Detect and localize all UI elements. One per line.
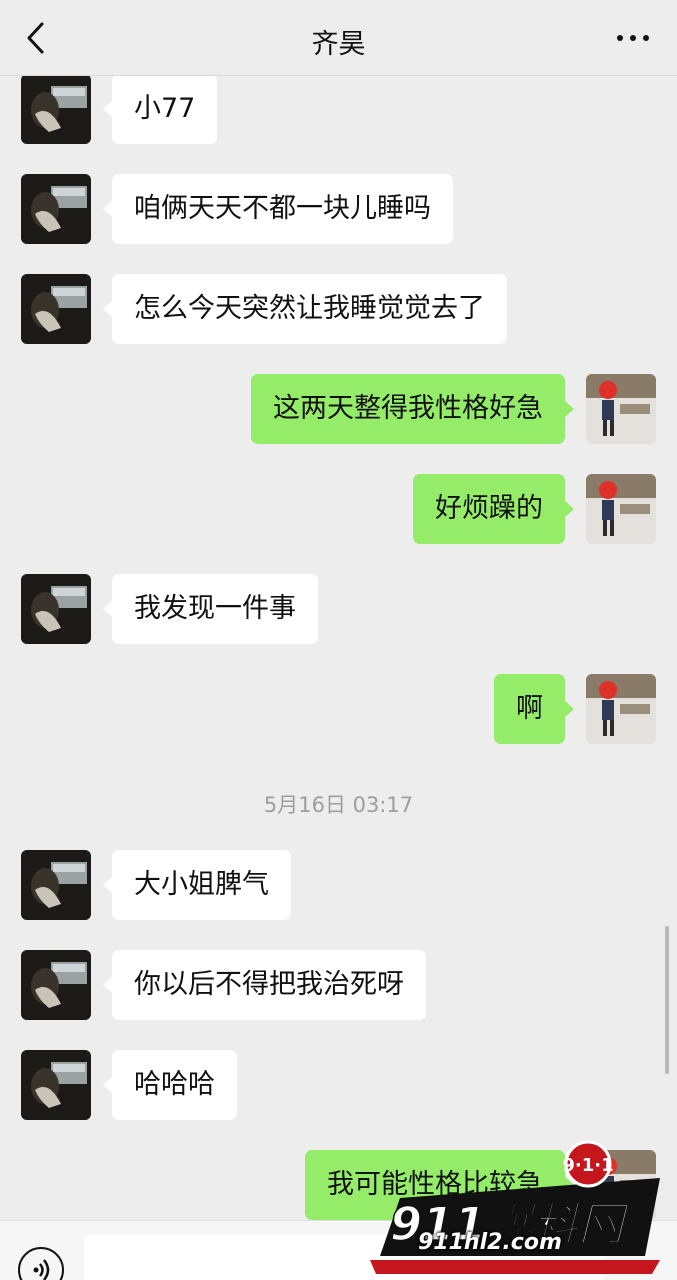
- watermark-badge: 9·1·1: [562, 1155, 613, 1176]
- chat-scrollbar[interactable]: [665, 926, 669, 1074]
- message-row: 好烦躁的: [0, 474, 677, 546]
- message-row: 哈哈哈: [0, 1050, 677, 1122]
- message-bubble[interactable]: 怎么今天突然让我睡觉觉去了: [103, 274, 507, 344]
- message-row: 小77: [0, 76, 677, 146]
- contact-avatar[interactable]: [21, 274, 91, 344]
- chat-area[interactable]: 小77 咱俩天天不都一块儿睡吗 怎么今天突然让我睡觉觉去了 这两天整得我性格好急…: [0, 76, 677, 1220]
- contact-avatar[interactable]: [21, 574, 91, 644]
- self-avatar[interactable]: [586, 674, 656, 744]
- contact-avatar[interactable]: [21, 950, 91, 1020]
- message-row: 怎么今天突然让我睡觉觉去了: [0, 274, 677, 346]
- message-timestamp: 5月16日 03:17: [263, 793, 414, 817]
- chat-header: 齐昊: [0, 0, 677, 76]
- voice-icon[interactable]: [18, 1247, 64, 1280]
- message-row: 我发现一件事: [0, 574, 677, 646]
- message-bubble[interactable]: 大小姐脾气: [103, 850, 291, 920]
- message-bubble[interactable]: 这两天整得我性格好急: [251, 374, 574, 444]
- message-row: 咱俩天天不都一块儿睡吗: [0, 174, 677, 246]
- message-row: 啊: [0, 674, 677, 746]
- message-row: 大小姐脾气: [0, 850, 677, 922]
- contact-avatar[interactable]: [21, 76, 91, 144]
- message-bubble[interactable]: 你以后不得把我治死呀: [103, 950, 426, 1020]
- message-row: 这两天整得我性格好急: [0, 374, 677, 446]
- message-row: 你以后不得把我治死呀: [0, 950, 677, 1022]
- message-bubble[interactable]: 小77: [102, 76, 218, 144]
- chat-title: 齐昊: [311, 29, 366, 60]
- more-dots-icon[interactable]: [615, 30, 651, 46]
- contact-avatar[interactable]: [21, 1050, 91, 1120]
- message-bubble[interactable]: 咱俩天天不都一块儿睡吗: [103, 174, 453, 244]
- message-bubble[interactable]: 好烦躁的: [413, 474, 574, 544]
- self-avatar[interactable]: [586, 474, 656, 544]
- contact-avatar[interactable]: [21, 174, 91, 244]
- watermark-logo: 9·1·1 911爆料网 911hl2.com: [360, 1138, 670, 1280]
- message-bubble[interactable]: 我发现一件事: [103, 574, 318, 644]
- contact-avatar[interactable]: [21, 850, 91, 920]
- self-avatar[interactable]: [586, 374, 656, 444]
- message-bubble[interactable]: 啊: [494, 674, 574, 744]
- message-bubble[interactable]: 哈哈哈: [103, 1050, 237, 1120]
- watermark-site: 911hl2.com: [418, 1230, 562, 1255]
